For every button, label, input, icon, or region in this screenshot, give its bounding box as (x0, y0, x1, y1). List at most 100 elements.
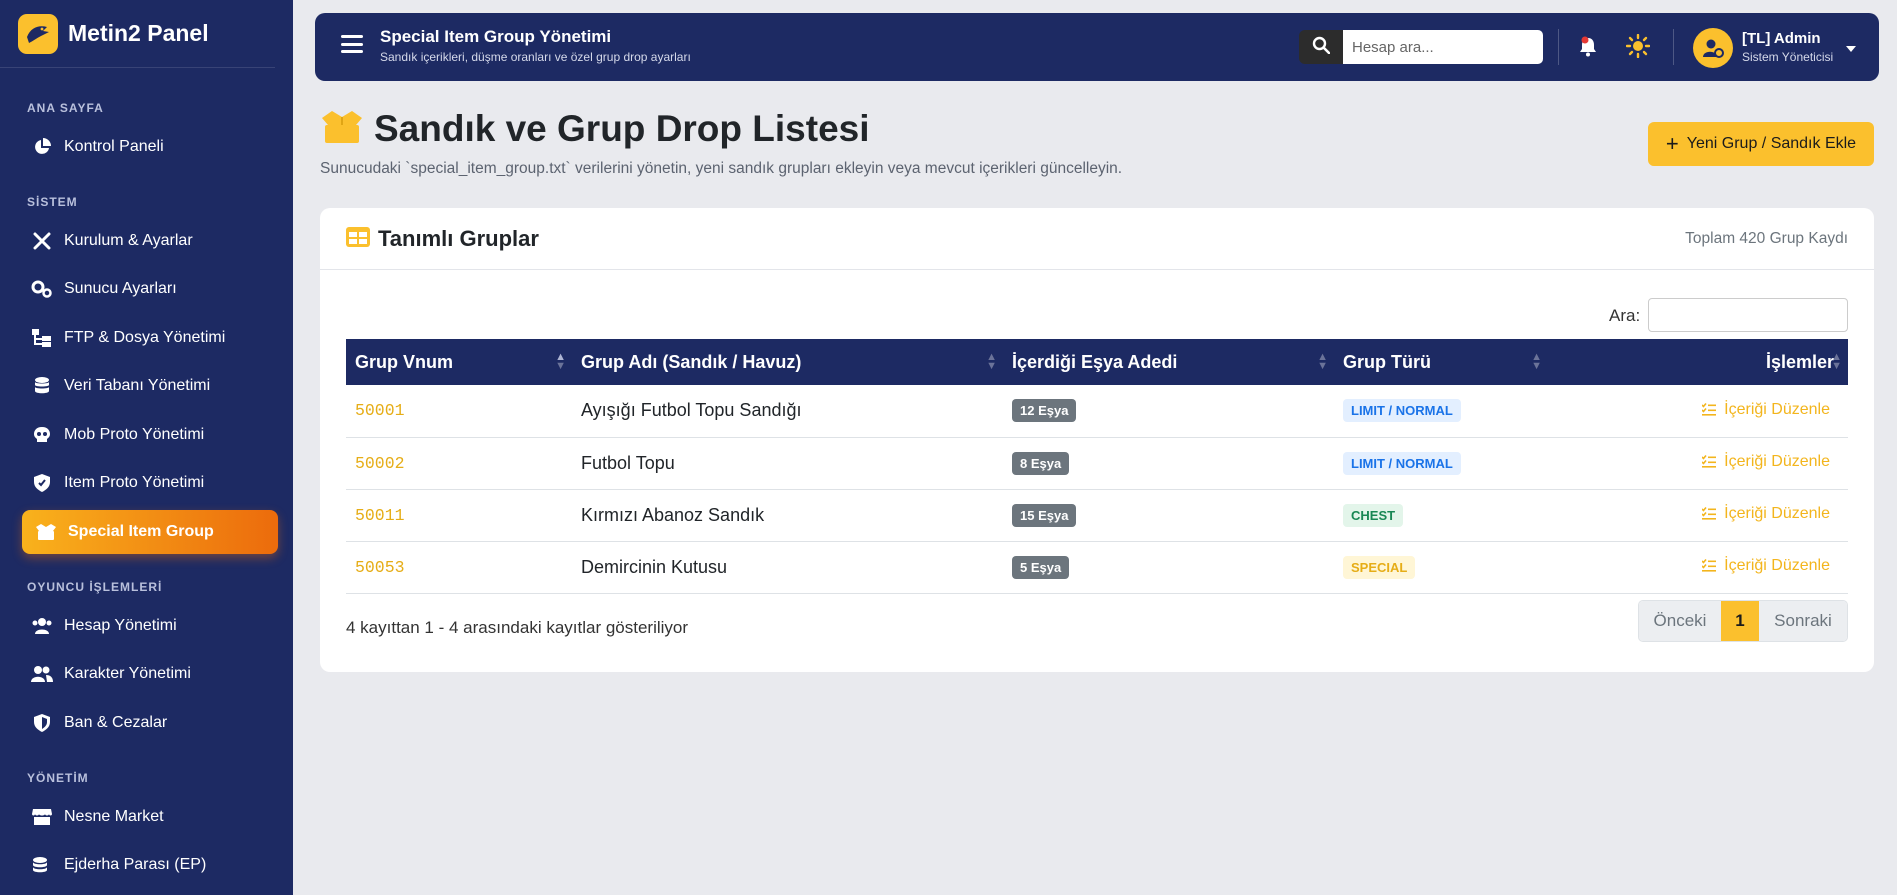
sort-icon: ▲ ▼ (1317, 351, 1328, 372)
sidebar-item-label: Item Proto Yönetimi (64, 474, 205, 491)
edit-content-link[interactable]: İçeriği Düzenle (1548, 385, 1848, 438)
groups-card: Tanımlı Gruplar Toplam 420 Grup Kaydı Ar… (320, 208, 1874, 672)
sidebar-item-label: Ejderha Parası (EP) (64, 856, 207, 873)
type-badge: CHEST (1343, 503, 1404, 527)
table-info: 4 kayıttan 1 - 4 arasındaki kayıtlar gös… (346, 618, 689, 637)
list-check-icon (1701, 402, 1717, 421)
sidebar-item-label: Kontrol Paneli (64, 138, 164, 155)
account-search-input[interactable] (1343, 30, 1543, 64)
item-count-badge: 12 Eşya (1012, 399, 1077, 423)
table-grid-icon (346, 226, 370, 252)
brand[interactable]: Metin2 Panel (0, 0, 275, 68)
card-header: Tanımlı Gruplar Toplam 420 Grup Kaydı (320, 208, 1874, 270)
gears-icon (30, 277, 54, 301)
vnum-cell: 50001 (346, 385, 572, 438)
page-description: Sunucudaki `special_item_group.txt` veri… (320, 160, 1123, 177)
sidebar-item-label: Veri Tabanı Yönetimi (64, 377, 211, 394)
filter-label: Ara: (1609, 306, 1641, 325)
vnum-cell: 50053 (346, 541, 572, 594)
chevron-down-icon[interactable] (1845, 40, 1857, 58)
section-title-home: ANA SAYFA (27, 101, 104, 115)
search-button[interactable] (1299, 30, 1343, 64)
box-open-icon (320, 110, 364, 149)
sidebar-item-special-item-group[interactable]: Special Item Group (22, 510, 278, 554)
add-group-label: Yeni Grup / Sandık Ekle (1686, 135, 1857, 152)
sidebar-item-label: Ban & Cezalar (64, 714, 168, 731)
name-cell: Futbol Topu (572, 437, 1003, 490)
list-check-icon (1701, 558, 1717, 577)
type-badge: LIMIT / NORMAL (1343, 451, 1461, 475)
dragon-logo-icon (18, 13, 58, 54)
card-title: Tanımlı Gruplar (378, 226, 539, 251)
sidebar-item-item-shop[interactable]: Nesne Market (22, 795, 278, 839)
pagination-next[interactable]: Sonraki (1759, 601, 1847, 641)
user-role: Sistem Yöneticisi (1742, 50, 1834, 64)
page-heading: Sandık ve Grup Drop Listesi (320, 108, 870, 150)
page-title: Sandık ve Grup Drop Listesi (374, 108, 870, 149)
shield-half-icon (30, 711, 54, 735)
table-filter-input[interactable] (1648, 298, 1848, 332)
sidebar-item-label: Mob Proto Yönetimi (64, 426, 205, 443)
divider (1673, 29, 1674, 65)
sidebar-item-ftp[interactable]: FTP & Dosya Yönetimi (22, 316, 278, 360)
sort-icon: ▲ ▼ (1531, 351, 1542, 372)
top-bar: Special Item Group Yönetimi Sandık içeri… (315, 13, 1879, 81)
vnum-cell: 50002 (346, 437, 572, 490)
sidebar-item-label: Karakter Yönetimi (64, 665, 191, 682)
sort-icon: ▲ ▼ (1831, 351, 1842, 372)
topbar-subtitle: Sandık içerikleri, düşme oranları ve öze… (380, 50, 691, 64)
sidebar-item-dashboard[interactable]: Kontrol Paneli (22, 125, 278, 169)
sidebar-item-accounts[interactable]: Hesap Yönetimi (22, 604, 278, 648)
th-name[interactable]: Grup Adı (Sandık / Havuz) ▲ ▼ (572, 339, 1003, 385)
sort-asc-icon: ▲ ▼ (555, 351, 566, 372)
item-count-badge: 5 Eşya (1012, 555, 1070, 579)
sidebar-item-label: Sunucu Ayarları (64, 280, 177, 297)
name-cell: Ayışığı Futbol Topu Sandığı (572, 385, 1003, 438)
user-avatar[interactable] (1693, 28, 1733, 68)
add-group-button[interactable]: + Yeni Grup / Sandık Ekle (1648, 122, 1874, 166)
sidebar-item-setup[interactable]: Kurulum & Ayarlar (22, 219, 278, 263)
list-check-icon (1701, 454, 1717, 473)
th-type[interactable]: Grup Türü ▲ ▼ (1334, 339, 1548, 385)
folder-tree-icon (30, 326, 54, 350)
pagination-previous[interactable]: Önceki (1639, 601, 1721, 641)
sidebar-item-item-proto[interactable]: Item Proto Yönetimi (22, 461, 278, 505)
tools-icon (30, 229, 54, 253)
th-actions[interactable]: İşlemler ▲ ▼ (1548, 339, 1848, 385)
sidebar-item-label: Special Item Group (68, 523, 214, 540)
item-count-badge: 15 Eşya (1012, 503, 1077, 527)
pagination-page-1[interactable]: 1 (1721, 601, 1759, 641)
edit-content-link[interactable]: İçeriği Düzenle (1548, 437, 1848, 490)
sidebar-item-characters[interactable]: Karakter Yönetimi (22, 652, 278, 696)
pagination: Önceki 1 Sonraki (1638, 600, 1848, 642)
sidebar-item-bans[interactable]: Ban & Cezalar (22, 701, 278, 745)
skull-icon (30, 423, 54, 447)
sidebar-item-label: Nesne Market (64, 808, 164, 825)
sort-icon: ▲ ▼ (986, 351, 997, 372)
sidebar-item-database[interactable]: Veri Tabanı Yönetimi (22, 364, 278, 408)
edit-content-link[interactable]: İçeriği Düzenle (1548, 489, 1848, 542)
table-row: 50053 Demircinin Kutusu 5 Eşya SPECIAL İ… (346, 541, 1848, 594)
notification-bell-icon[interactable] (1577, 35, 1599, 62)
th-count[interactable]: İçerdiği Eşya Adedi ▲ ▼ (1003, 339, 1334, 385)
type-badge: LIMIT / NORMAL (1343, 399, 1461, 423)
sidebar-item-label: FTP & Dosya Yönetimi (64, 329, 226, 346)
menu-toggle-icon[interactable] (341, 35, 363, 53)
edit-content-link[interactable]: İçeriği Düzenle (1548, 541, 1848, 594)
sidebar-item-server-settings[interactable]: Sunucu Ayarları (22, 267, 278, 311)
th-vnum[interactable]: Grup Vnum ▲ ▼ (346, 339, 572, 385)
theme-toggle-sun-icon[interactable] (1625, 33, 1651, 63)
vnum-cell: 50011 (346, 489, 572, 542)
database-icon (30, 374, 54, 398)
store-icon (30, 805, 54, 829)
groups-table: Grup Vnum ▲ ▼ Grup Adı (Sandık / Havuz) ▲ ▼ … (346, 339, 1848, 594)
sidebar-item-dragon-coin[interactable]: Ejderha Parası (EP) (22, 843, 278, 887)
name-cell: Kırmızı Abanoz Sandık (572, 489, 1003, 542)
shield-icon (30, 471, 54, 495)
total-count: Toplam 420 Grup Kaydı (1685, 230, 1848, 247)
sidebar-item-mob-proto[interactable]: Mob Proto Yönetimi (22, 413, 278, 457)
item-count-badge: 8 Eşya (1012, 451, 1070, 475)
sidebar-item-label: Hesap Yönetimi (64, 617, 177, 634)
section-title-player: OYUNCU İŞLEMLERİ (27, 580, 163, 594)
user-name[interactable]: [TL] Admin (1742, 30, 1821, 47)
